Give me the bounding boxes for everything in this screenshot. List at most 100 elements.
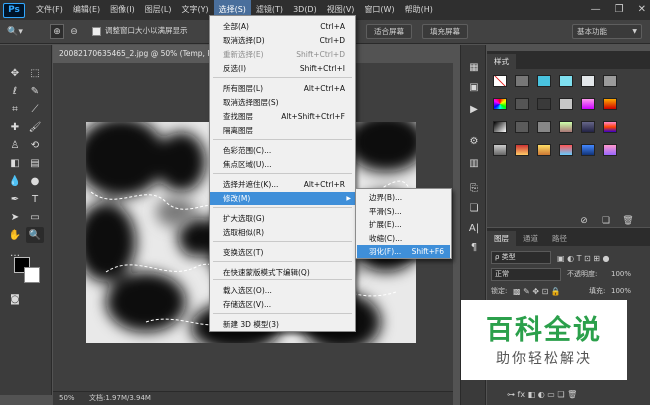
menu-item[interactable]: 图像(I): [105, 0, 140, 20]
lock-icons[interactable]: ▩ ✎ ✥ ⊡ 🔒: [513, 285, 575, 298]
filter-icons[interactable]: ▣ ◐ T ⊡ ⊞ ●: [557, 252, 627, 264]
menu-item[interactable]: 窗口(W): [359, 0, 399, 20]
opacity-value[interactable]: 100%: [611, 268, 631, 281]
fit-screen-button[interactable]: 适合屏幕: [366, 24, 412, 39]
zoom-tool-preset-icon[interactable]: 🔍▾: [4, 24, 26, 39]
tab-layers[interactable]: 图层: [487, 231, 516, 246]
fill-value[interactable]: 100%: [611, 285, 631, 298]
move-tool-icon[interactable]: ✥: [6, 65, 24, 81]
libraries-panel-icon[interactable]: ❏: [465, 200, 483, 216]
close-button[interactable]: ✕: [638, 0, 646, 20]
tab-channels[interactable]: 通道: [516, 231, 545, 246]
lasso-tool-icon[interactable]: ℓ: [6, 83, 24, 99]
history-brush-tool-icon[interactable]: ⟲: [26, 137, 44, 153]
style-swatch[interactable]: [559, 98, 573, 110]
actions-panel-icon[interactable]: ▶: [465, 101, 483, 117]
minimize-button[interactable]: —: [591, 0, 601, 20]
clone-stamp-tool-icon[interactable]: ♙: [6, 137, 24, 153]
select-menu-item[interactable]: 焦点区域(U)...: [210, 158, 355, 171]
style-swatch[interactable]: [581, 144, 595, 156]
marquee-tool-icon[interactable]: ⬚: [26, 65, 44, 81]
eyedropper-tool-icon[interactable]: ⟋: [26, 101, 44, 117]
modify-menu-item[interactable]: 收缩(C)...: [357, 232, 450, 245]
blend-mode-select[interactable]: 正常: [491, 268, 561, 281]
style-swatch[interactable]: [493, 75, 507, 87]
blur-tool-icon[interactable]: 💧: [6, 173, 24, 189]
select-menu-item[interactable]: 存储选区(V)...: [210, 298, 355, 311]
style-swatch[interactable]: [493, 98, 507, 110]
document-tab[interactable]: 20082170635465_2.jpg @ 50% (Temp, RGB/8): [53, 45, 233, 63]
style-swatch[interactable]: [581, 75, 595, 87]
select-menu-item[interactable]: 取消选择图层(S): [210, 96, 355, 109]
style-swatch[interactable]: [515, 144, 529, 156]
modify-menu-item[interactable]: 边界(B)...: [357, 191, 450, 204]
fill-screen-button[interactable]: 填充屏幕: [422, 24, 468, 39]
select-menu-item[interactable]: 选取相似(R): [210, 226, 355, 239]
select-menu-item[interactable]: 色彩范围(C)...: [210, 144, 355, 157]
style-swatch[interactable]: [559, 75, 573, 87]
adjustments-panel-icon[interactable]: ⚙: [465, 133, 483, 149]
hand-tool-icon[interactable]: ✋: [6, 227, 24, 243]
select-menu-item[interactable]: 查找图层 Alt+Shift+Ctrl+F: [210, 110, 355, 123]
menu-item[interactable]: 文件(F): [31, 0, 68, 20]
history-panel-icon[interactable]: ▦: [465, 59, 483, 75]
style-swatch[interactable]: [493, 121, 507, 133]
layer-actions[interactable]: ⊶ fx ◧ ◐ ▭ ❏ 🗑: [507, 388, 647, 400]
rectangle-tool-icon[interactable]: ▭: [26, 209, 44, 225]
gradient-tool-icon[interactable]: ▤: [26, 155, 44, 171]
swatches-panel-icon[interactable]: ▥: [465, 155, 483, 171]
tab-paths[interactable]: 路径: [545, 231, 574, 246]
select-menu-item[interactable]: 载入选区(O)...: [210, 284, 355, 297]
resize-window-checkbox[interactable]: [92, 27, 101, 36]
workspace-select[interactable]: 基本功能 ▼: [572, 24, 642, 39]
eraser-tool-icon[interactable]: ◧: [6, 155, 24, 171]
crop-tool-icon[interactable]: ⌗: [6, 101, 24, 117]
new-style-icon[interactable]: ❏: [601, 216, 611, 226]
style-swatch[interactable]: [515, 75, 529, 87]
select-menu-item[interactable]: 所有图层(L) Alt+Ctrl+A: [210, 82, 355, 95]
healing-brush-tool-icon[interactable]: ✚: [6, 119, 24, 135]
select-menu-item[interactable]: 重新选择(E) Shift+Ctrl+D: [210, 48, 355, 61]
menu-item[interactable]: 图层(L): [140, 0, 177, 20]
pen-tool-icon[interactable]: ✒: [6, 191, 24, 207]
zoom-tool-icon[interactable]: 🔍: [26, 227, 44, 243]
select-menu-item[interactable]: 取消选择(D) Ctrl+D: [210, 34, 355, 47]
select-menu-item[interactable]: 隔离图层: [210, 124, 355, 137]
paths-panel-icon[interactable]: ⎘: [465, 180, 483, 196]
select-menu-item[interactable]: 反选(I) Shift+Ctrl+I: [210, 62, 355, 75]
modify-menu-item[interactable]: 扩展(E)...: [357, 218, 450, 231]
zoom-out-icon[interactable]: ⊖: [67, 24, 81, 39]
layer-filter-select[interactable]: ρ 类型: [491, 251, 551, 264]
quick-select-tool-icon[interactable]: ✎: [26, 83, 44, 99]
menu-item[interactable]: 编辑(E): [68, 0, 105, 20]
style-swatch[interactable]: [537, 144, 551, 156]
select-menu-item[interactable]: 新建 3D 模型(3): [210, 318, 355, 331]
menu-item[interactable]: 帮助(H): [400, 0, 438, 20]
style-swatch[interactable]: [559, 144, 573, 156]
type-tool-icon[interactable]: T: [26, 191, 44, 207]
select-menu-item[interactable]: 在快速蒙版模式下编辑(Q): [210, 266, 355, 279]
path-selection-tool-icon[interactable]: ➤: [6, 209, 24, 225]
properties-panel-icon[interactable]: ▣: [465, 79, 483, 95]
modify-menu-item[interactable]: 平滑(S)...: [357, 205, 450, 218]
style-swatch[interactable]: [537, 98, 551, 110]
no-style-icon[interactable]: ⊘: [579, 216, 589, 226]
restore-button[interactable]: ❐: [615, 0, 624, 20]
quick-mask-icon[interactable]: ◙: [6, 291, 24, 307]
select-menu-item[interactable]: 修改(M) ▶: [210, 192, 355, 205]
zoom-in-icon[interactable]: ⊕: [50, 24, 64, 39]
select-menu-item[interactable]: 变换选区(T): [210, 246, 355, 259]
style-swatch[interactable]: [537, 121, 551, 133]
trash-icon[interactable]: 🗑: [622, 216, 633, 226]
style-swatch[interactable]: [603, 144, 617, 156]
select-menu-item[interactable]: 扩大选取(G): [210, 212, 355, 225]
background-color-swatch[interactable]: [24, 267, 40, 283]
select-menu-item[interactable]: 选择并遮住(K)... Alt+Ctrl+R: [210, 178, 355, 191]
style-swatch[interactable]: [581, 121, 595, 133]
style-swatch[interactable]: [559, 121, 573, 133]
paragraph-panel-icon[interactable]: ¶: [465, 239, 483, 255]
style-swatch[interactable]: [515, 98, 529, 110]
style-swatch[interactable]: [537, 75, 551, 87]
style-swatch[interactable]: [603, 98, 617, 110]
zoom-level[interactable]: 50%: [59, 392, 75, 405]
